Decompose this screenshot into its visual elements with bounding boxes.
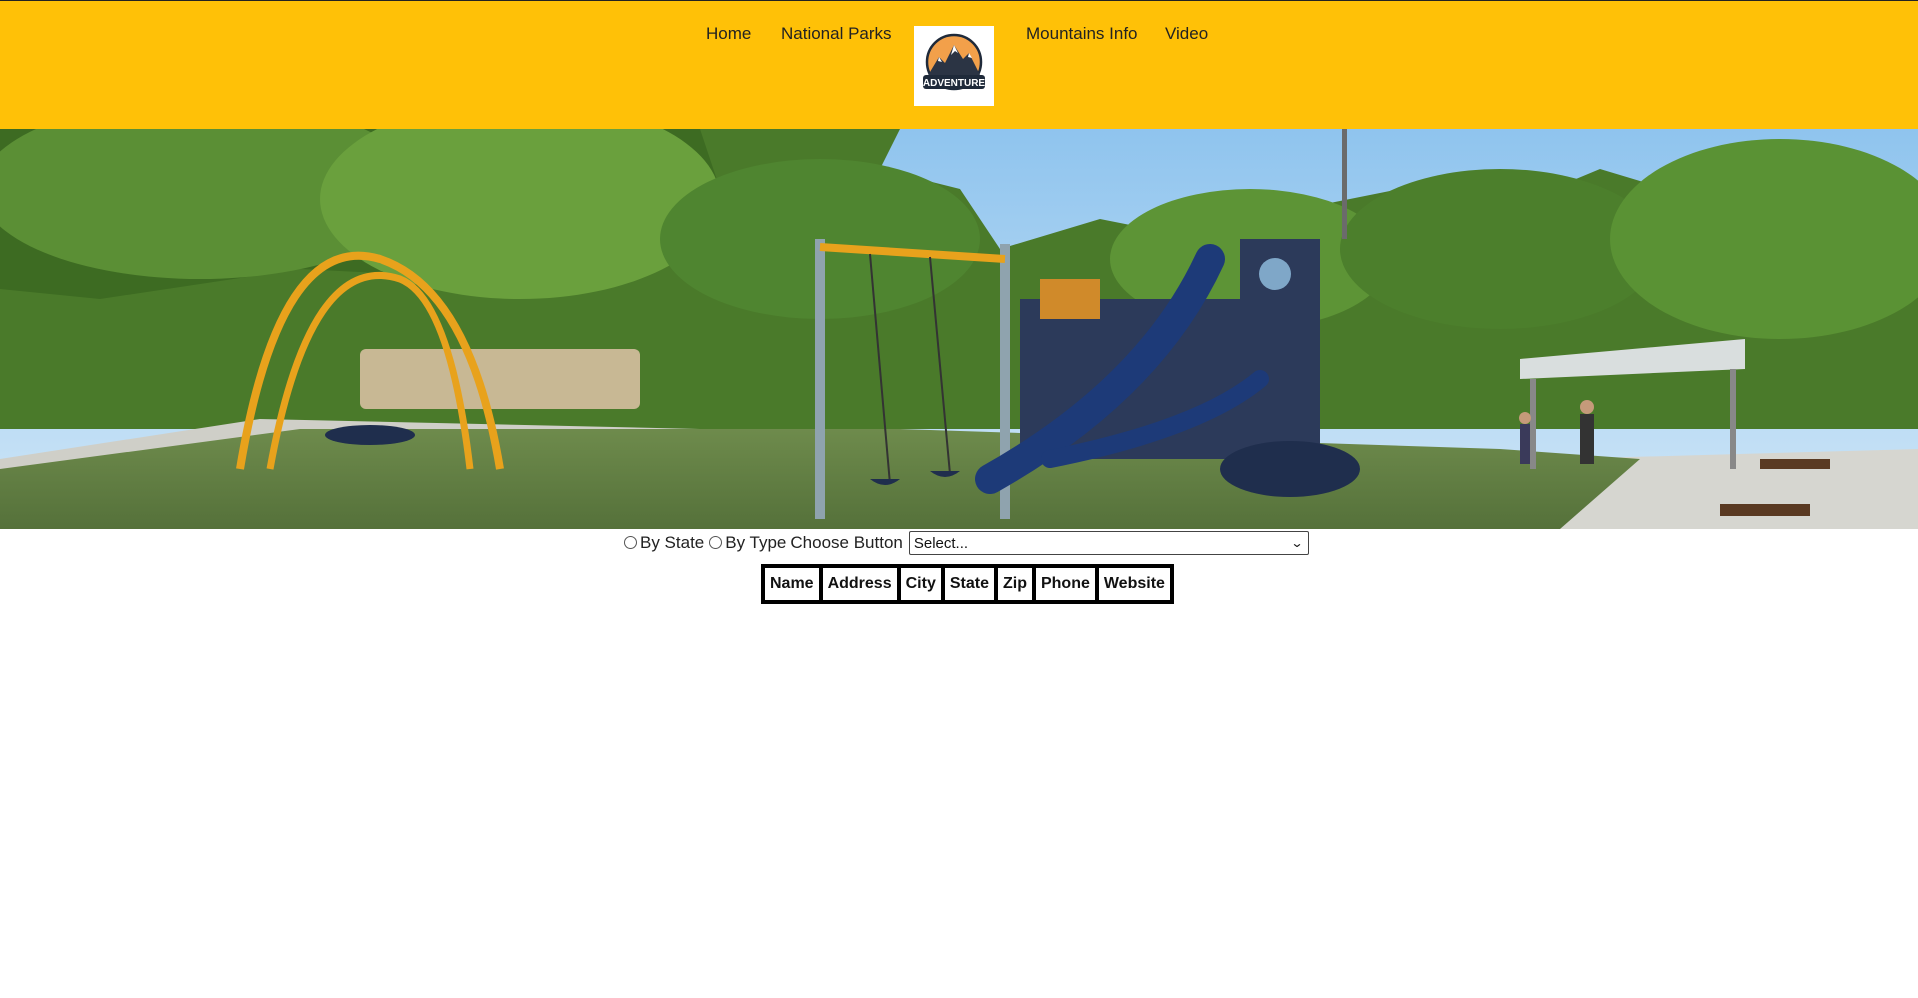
filter-select-value: Select... [913,534,969,552]
col-header-name: Name [763,566,821,602]
col-header-phone: Phone [1033,566,1097,602]
results-table: Name Address City State Zip Phone Websit… [761,564,1174,604]
site-header: Home National Parks ADVENTURE Mountains … [0,0,1918,129]
radio-by-type[interactable] [709,535,723,549]
col-header-city: City [898,566,943,602]
radio-by-state[interactable] [624,535,637,549]
nav-link-mountains-info[interactable]: Mountains Info [1026,25,1138,42]
playground-photo [0,129,1918,529]
results-table-wrap: Name Address City State Zip Phone Websit… [761,564,1174,604]
col-header-website: Website [1096,566,1172,602]
main-nav: Home National Parks ADVENTURE Mountains … [0,1,1918,130]
radio-by-type-label: By Type [725,533,787,552]
choose-button-label: Choose Button [790,533,903,552]
mountain-logo-icon: ADVENTURE [923,33,986,91]
col-header-zip: Zip [995,566,1034,602]
hero-image [0,129,1918,529]
chevron-down-icon: ⌄ [1290,536,1304,550]
filter-select[interactable]: Select... ⌄ [908,531,1309,555]
filter-controls: By State By Type Choose Button Select...… [623,531,1309,555]
col-header-state: State [942,566,996,602]
col-header-address: Address [820,566,899,602]
nav-link-home[interactable]: Home [706,25,751,42]
radio-by-state-label: By State [640,533,705,552]
nav-link-national-parks[interactable]: National Parks [781,25,892,42]
logo-text: ADVENTURE [923,78,986,89]
adventure-logo[interactable]: ADVENTURE [914,26,994,106]
nav-link-video[interactable]: Video [1165,25,1208,42]
table-header-row: Name Address City State Zip Phone Websit… [763,566,1172,602]
